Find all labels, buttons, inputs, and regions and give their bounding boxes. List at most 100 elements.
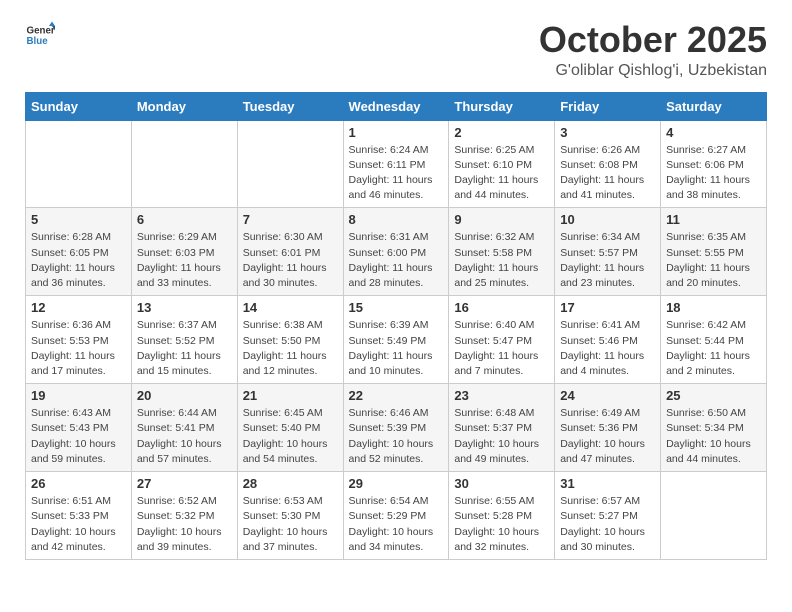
calendar-cell: 25Sunrise: 6:50 AM Sunset: 5:34 PM Dayli…	[661, 384, 767, 472]
day-info: Sunrise: 6:50 AM Sunset: 5:34 PM Dayligh…	[666, 406, 761, 467]
day-number: 29	[349, 476, 444, 491]
logo: General Blue	[25, 20, 55, 50]
day-info: Sunrise: 6:35 AM Sunset: 5:55 PM Dayligh…	[666, 230, 761, 291]
page-header: General Blue October 2025 G'oliblar Qish…	[25, 20, 767, 80]
weekday-header-monday: Monday	[131, 92, 237, 120]
day-info: Sunrise: 6:36 AM Sunset: 5:53 PM Dayligh…	[31, 318, 126, 379]
calendar-cell: 17Sunrise: 6:41 AM Sunset: 5:46 PM Dayli…	[555, 296, 661, 384]
day-info: Sunrise: 6:32 AM Sunset: 5:58 PM Dayligh…	[454, 230, 549, 291]
calendar-cell: 12 Sunrise: 6:36 AM Sunset: 5:53 PM Dayli…	[26, 296, 132, 384]
day-info: Sunrise: 6:27 AM Sunset: 6:06 PM Dayligh…	[666, 143, 761, 204]
calendar-cell: 5Sunrise: 6:28 AM Sunset: 6:05 PM Daylig…	[26, 208, 132, 296]
weekday-header-thursday: Thursday	[449, 92, 555, 120]
day-number: 14	[243, 300, 338, 315]
calendar-cell: 22 Sunrise: 6:46 AM Sunset: 5:39 PM Dayli…	[343, 384, 449, 472]
calendar-cell: 10 Sunrise: 6:34 AM Sunset: 5:57 PM Dayli…	[555, 208, 661, 296]
weekday-header-tuesday: Tuesday	[237, 92, 343, 120]
day-info: Sunrise: 6:29 AM Sunset: 6:03 PM Dayligh…	[137, 230, 232, 291]
day-number: 8	[349, 212, 444, 227]
calendar-cell: 15Sunrise: 6:39 AM Sunset: 5:49 PM Dayli…	[343, 296, 449, 384]
day-info: Sunrise: 6:44 AM Sunset: 5:41 PM Dayligh…	[137, 406, 232, 467]
calendar-cell: 23Sunrise: 6:48 AM Sunset: 5:37 PM Dayli…	[449, 384, 555, 472]
calendar-cell: 14 Sunrise: 6:38 AM Sunset: 5:50 PM Dayli…	[237, 296, 343, 384]
day-info: Sunrise: 6:52 AM Sunset: 5:32 PM Dayligh…	[137, 494, 232, 555]
day-number: 10	[560, 212, 655, 227]
day-number: 7	[243, 212, 338, 227]
calendar-cell: 8Sunrise: 6:31 AM Sunset: 6:00 PM Daylig…	[343, 208, 449, 296]
calendar-cell	[26, 120, 132, 208]
day-info: Sunrise: 6:34 AM Sunset: 5:57 PM Dayligh…	[560, 230, 655, 291]
day-info: Sunrise: 6:54 AM Sunset: 5:29 PM Dayligh…	[349, 494, 444, 555]
day-number: 6	[137, 212, 232, 227]
day-number: 16	[454, 300, 549, 315]
day-info: Sunrise: 6:40 AM Sunset: 5:47 PM Dayligh…	[454, 318, 549, 379]
calendar-cell: 9 Sunrise: 6:32 AM Sunset: 5:58 PM Daylig…	[449, 208, 555, 296]
calendar-cell: 2Sunrise: 6:25 AM Sunset: 6:10 PM Daylig…	[449, 120, 555, 208]
day-info: Sunrise: 6:46 AM Sunset: 5:39 PM Dayligh…	[349, 406, 444, 467]
day-number: 31	[560, 476, 655, 491]
day-info: Sunrise: 6:30 AM Sunset: 6:01 PM Dayligh…	[243, 230, 338, 291]
calendar-cell	[237, 120, 343, 208]
calendar-cell: 24 Sunrise: 6:49 AM Sunset: 5:36 PM Dayli…	[555, 384, 661, 472]
day-info: Sunrise: 6:48 AM Sunset: 5:37 PM Dayligh…	[454, 406, 549, 467]
day-number: 27	[137, 476, 232, 491]
calendar-cell: 29 Sunrise: 6:54 AM Sunset: 5:29 PM Dayli…	[343, 472, 449, 560]
weekday-header-row: SundayMondayTuesdayWednesdayThursdayFrid…	[26, 92, 767, 120]
location-title: G'oliblar Qishlog'i, Uzbekistan	[539, 62, 767, 80]
weekday-header-wednesday: Wednesday	[343, 92, 449, 120]
week-row-3: 12 Sunrise: 6:36 AM Sunset: 5:53 PM Dayli…	[26, 296, 767, 384]
day-number: 24	[560, 388, 655, 403]
day-number: 11	[666, 212, 761, 227]
calendar-cell: 20 Sunrise: 6:44 AM Sunset: 5:41 PM Dayli…	[131, 384, 237, 472]
day-number: 9	[454, 212, 549, 227]
day-info: Sunrise: 6:51 AM Sunset: 5:33 PM Dayligh…	[31, 494, 126, 555]
day-info: Sunrise: 6:37 AM Sunset: 5:52 PM Dayligh…	[137, 318, 232, 379]
day-info: Sunrise: 6:49 AM Sunset: 5:36 PM Dayligh…	[560, 406, 655, 467]
calendar-cell: 7 Sunrise: 6:30 AM Sunset: 6:01 PM Daylig…	[237, 208, 343, 296]
calendar-cell: 28Sunrise: 6:53 AM Sunset: 5:30 PM Dayli…	[237, 472, 343, 560]
month-title: October 2025	[539, 20, 767, 60]
day-number: 4	[666, 125, 761, 140]
calendar-cell: 26Sunrise: 6:51 AM Sunset: 5:33 PM Dayli…	[26, 472, 132, 560]
day-info: Sunrise: 6:43 AM Sunset: 5:43 PM Dayligh…	[31, 406, 126, 467]
calendar-cell: 30 Sunrise: 6:55 AM Sunset: 5:28 PM Dayli…	[449, 472, 555, 560]
calendar-cell: 4 Sunrise: 6:27 AM Sunset: 6:06 PM Daylig…	[661, 120, 767, 208]
day-number: 12	[31, 300, 126, 315]
calendar-cell: 13Sunrise: 6:37 AM Sunset: 5:52 PM Dayli…	[131, 296, 237, 384]
day-number: 5	[31, 212, 126, 227]
day-number: 3	[560, 125, 655, 140]
weekday-header-sunday: Sunday	[26, 92, 132, 120]
calendar-table: SundayMondayTuesdayWednesdayThursdayFrid…	[25, 92, 767, 560]
day-info: Sunrise: 6:55 AM Sunset: 5:28 PM Dayligh…	[454, 494, 549, 555]
week-row-5: 26Sunrise: 6:51 AM Sunset: 5:33 PM Dayli…	[26, 472, 767, 560]
calendar-cell: 27 Sunrise: 6:52 AM Sunset: 5:32 PM Dayli…	[131, 472, 237, 560]
svg-text:Blue: Blue	[27, 36, 49, 47]
day-info: Sunrise: 6:45 AM Sunset: 5:40 PM Dayligh…	[243, 406, 338, 467]
day-info: Sunrise: 6:38 AM Sunset: 5:50 PM Dayligh…	[243, 318, 338, 379]
day-number: 17	[560, 300, 655, 315]
day-number: 21	[243, 388, 338, 403]
calendar-cell: 31 Sunrise: 6:57 AM Sunset: 5:27 PM Dayli…	[555, 472, 661, 560]
calendar-cell: 18Sunrise: 6:42 AM Sunset: 5:44 PM Dayli…	[661, 296, 767, 384]
day-info: Sunrise: 6:24 AM Sunset: 6:11 PM Dayligh…	[349, 143, 444, 204]
title-section: October 2025 G'oliblar Qishlog'i, Uzbeki…	[539, 20, 767, 80]
calendar-cell: 6 Sunrise: 6:29 AM Sunset: 6:03 PM Daylig…	[131, 208, 237, 296]
day-number: 1	[349, 125, 444, 140]
day-number: 20	[137, 388, 232, 403]
day-number: 30	[454, 476, 549, 491]
weekday-header-saturday: Saturday	[661, 92, 767, 120]
logo-icon: General Blue	[25, 20, 55, 50]
week-row-1: 1 Sunrise: 6:24 AM Sunset: 6:11 PM Daylig…	[26, 120, 767, 208]
day-number: 28	[243, 476, 338, 491]
day-info: Sunrise: 6:57 AM Sunset: 5:27 PM Dayligh…	[560, 494, 655, 555]
calendar-cell	[131, 120, 237, 208]
day-number: 22	[349, 388, 444, 403]
weekday-header-friday: Friday	[555, 92, 661, 120]
calendar-cell: 3 Sunrise: 6:26 AM Sunset: 6:08 PM Daylig…	[555, 120, 661, 208]
day-number: 19	[31, 388, 126, 403]
day-info: Sunrise: 6:26 AM Sunset: 6:08 PM Dayligh…	[560, 143, 655, 204]
week-row-2: 5Sunrise: 6:28 AM Sunset: 6:05 PM Daylig…	[26, 208, 767, 296]
day-number: 15	[349, 300, 444, 315]
day-info: Sunrise: 6:25 AM Sunset: 6:10 PM Dayligh…	[454, 143, 549, 204]
calendar-cell: 21 Sunrise: 6:45 AM Sunset: 5:40 PM Dayli…	[237, 384, 343, 472]
